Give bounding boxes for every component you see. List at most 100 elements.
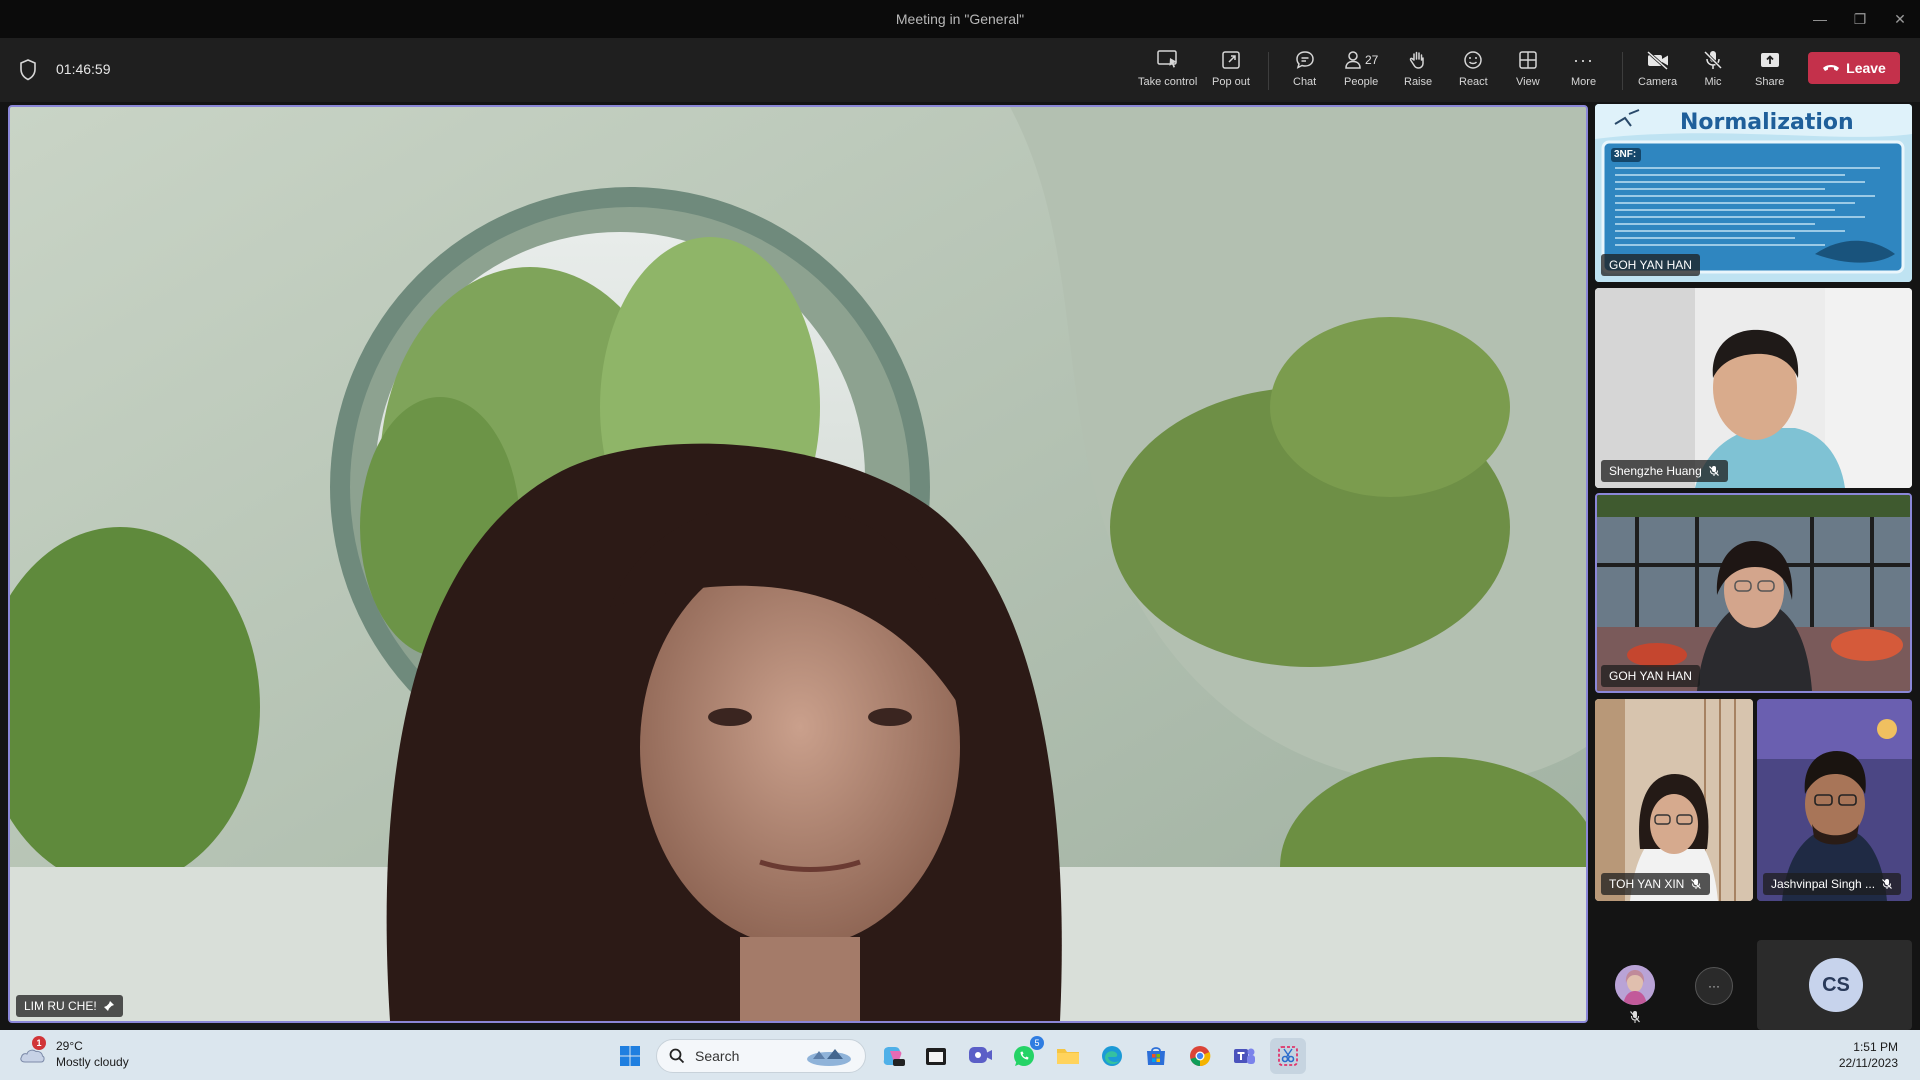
mic-button[interactable]: Mic <box>1702 48 1724 94</box>
edge-browser-icon[interactable] <box>1094 1038 1130 1074</box>
whatsapp-badge: 5 <box>1030 1036 1044 1050</box>
muted-mic-icon <box>1708 466 1719 476</box>
more-button[interactable]: ··· More <box>1571 48 1596 94</box>
speaker-name: LIM RU CHE! <box>24 999 97 1013</box>
react-button[interactable]: React <box>1459 48 1488 94</box>
taskbar-apps: Search 5 <box>612 1036 1306 1074</box>
initials-avatar: CS <box>1809 958 1863 1012</box>
teams-meeting-icon[interactable] <box>962 1038 998 1074</box>
avatar-photo <box>1615 965 1655 1005</box>
participant-name-tag: GOH YAN HAN <box>1601 665 1700 687</box>
leave-button[interactable]: Leave <box>1808 52 1900 84</box>
participant-name: Jashvinpal Singh ... <box>1771 877 1876 891</box>
view-button[interactable]: View <box>1516 48 1540 94</box>
participant-avatar[interactable] <box>1615 965 1655 1005</box>
weather-description: Mostly cloudy <box>56 1055 129 1069</box>
share-button[interactable]: Share <box>1755 48 1784 94</box>
participant-tile-goh-yan-han[interactable]: GOH YAN HAN <box>1595 493 1912 693</box>
search-label: Search <box>695 1048 740 1064</box>
smile-icon <box>1462 48 1484 72</box>
react-label: React <box>1459 76 1488 88</box>
meeting-timer: 01:46:59 <box>56 61 111 77</box>
taskbar-search[interactable]: Search <box>656 1039 866 1073</box>
participant-tile-shengzhe-huang[interactable]: Shengzhe Huang <box>1595 288 1912 488</box>
participant-tile-slide[interactable]: Normalization 3NF: GOH YAN HAN <box>1595 104 1912 282</box>
clock-time: 1:51 PM <box>1853 1040 1898 1054</box>
share-screen-icon <box>1759 48 1781 72</box>
participant-tile-initials[interactable]: CS <box>1757 940 1912 1030</box>
participant-name: TOH YAN XIN <box>1609 877 1685 891</box>
restore-icon[interactable]: ❐ <box>1840 0 1880 38</box>
participant-name-tag: GOH YAN HAN <box>1601 254 1700 276</box>
search-highlight-icon <box>807 1049 851 1066</box>
raise-hand-icon <box>1407 48 1429 72</box>
people-button[interactable]: 27 People <box>1344 48 1378 94</box>
participant-video <box>1595 288 1912 488</box>
folder-icon[interactable] <box>1050 1038 1086 1074</box>
window-titlebar: Meeting in "General" — ❐ ✕ <box>0 0 1920 38</box>
participant-video <box>1757 699 1912 901</box>
muted-mic-icon <box>1691 879 1702 889</box>
speaker-name-tag: LIM RU CHE! <box>16 995 123 1017</box>
people-icon: 27 <box>1344 48 1378 72</box>
pop-out-label: Pop out <box>1212 76 1250 88</box>
more-participants-label: ··· <box>1708 979 1720 993</box>
chat-icon <box>1294 48 1316 72</box>
camera-label: Camera <box>1638 76 1678 88</box>
meeting-toolbar: 01:46:59 Take control Pop out Chat 27 Pe… <box>0 38 1920 102</box>
cloud-icon: 1 <box>18 1036 46 1066</box>
file-explorer-icon[interactable] <box>918 1038 954 1074</box>
participant-video <box>1597 495 1910 691</box>
speaker-video-frame <box>10 107 1586 1021</box>
clock-date: 22/11/2023 <box>1838 1056 1898 1070</box>
take-control-button[interactable]: Take control <box>1138 48 1197 94</box>
pop-out-icon <box>1220 48 1242 72</box>
microsoft-store-icon[interactable] <box>1138 1038 1174 1074</box>
mic-off-icon <box>1702 48 1724 72</box>
camera-button[interactable]: Camera <box>1638 48 1677 94</box>
raise-hand-button[interactable]: Raise <box>1404 48 1432 94</box>
copilot-icon[interactable] <box>874 1038 910 1074</box>
weather-temperature: 29°C <box>56 1039 83 1053</box>
mic-label: Mic <box>1704 76 1722 88</box>
chrome-browser-icon[interactable] <box>1182 1038 1218 1074</box>
leave-label: Leave <box>1846 60 1886 76</box>
window-title: Meeting in "General" <box>895 11 1025 27</box>
slide-tag: 3NF: <box>1614 149 1637 160</box>
more-participants-button[interactable]: ··· <box>1695 967 1733 1005</box>
window-controls: — ❐ ✕ <box>1800 0 1920 38</box>
people-label: People <box>1344 76 1379 88</box>
muted-mic-icon <box>1882 879 1892 889</box>
system-clock[interactable]: 1:51 PM 22/11/2023 <box>1839 1039 1898 1071</box>
participant-video <box>1595 699 1753 901</box>
raise-hand-label: Raise <box>1404 76 1433 88</box>
teams-app-icon[interactable] <box>1226 1038 1262 1074</box>
participant-tile-jashvinpal-singh[interactable]: Jashvinpal Singh ... <box>1757 699 1912 901</box>
chat-button[interactable]: Chat <box>1293 48 1316 94</box>
phone-hangup-icon <box>1823 65 1840 71</box>
participant-avatar-row: ··· <box>1595 940 1753 1030</box>
take-control-label: Take control <box>1138 76 1198 88</box>
participant-name: Shengzhe Huang <box>1609 464 1702 478</box>
pop-out-button[interactable]: Pop out <box>1212 48 1250 94</box>
participant-name-tag: Shengzhe Huang <box>1601 460 1728 482</box>
people-count: 27 <box>1365 53 1379 67</box>
muted-mic-icon <box>1630 1011 1640 1023</box>
pin-icon[interactable] <box>103 1000 115 1012</box>
participant-tile-toh-yan-xin[interactable]: TOH YAN XIN <box>1595 699 1753 901</box>
slide-title: Normalization <box>1680 110 1854 135</box>
whatsapp-icon[interactable]: 5 <box>1006 1036 1044 1074</box>
main-speaker-video[interactable]: LIM RU CHE! <box>8 105 1588 1023</box>
close-icon[interactable]: ✕ <box>1880 0 1920 38</box>
initials-text: CS <box>1822 973 1850 996</box>
shield-icon[interactable] <box>18 58 38 82</box>
windows-start-icon[interactable] <box>612 1038 648 1074</box>
more-dots-icon: ··· <box>1573 49 1595 70</box>
participant-name: GOH YAN HAN <box>1609 258 1692 272</box>
weather-widget[interactable]: 1 29°C Mostly cloudy <box>18 1036 129 1070</box>
minimize-icon[interactable]: — <box>1800 0 1840 38</box>
view-grid-icon <box>1517 48 1539 72</box>
snipping-tool-icon[interactable] <box>1270 1038 1306 1074</box>
toolbar-divider <box>1268 52 1269 90</box>
participant-name: GOH YAN HAN <box>1609 669 1692 683</box>
